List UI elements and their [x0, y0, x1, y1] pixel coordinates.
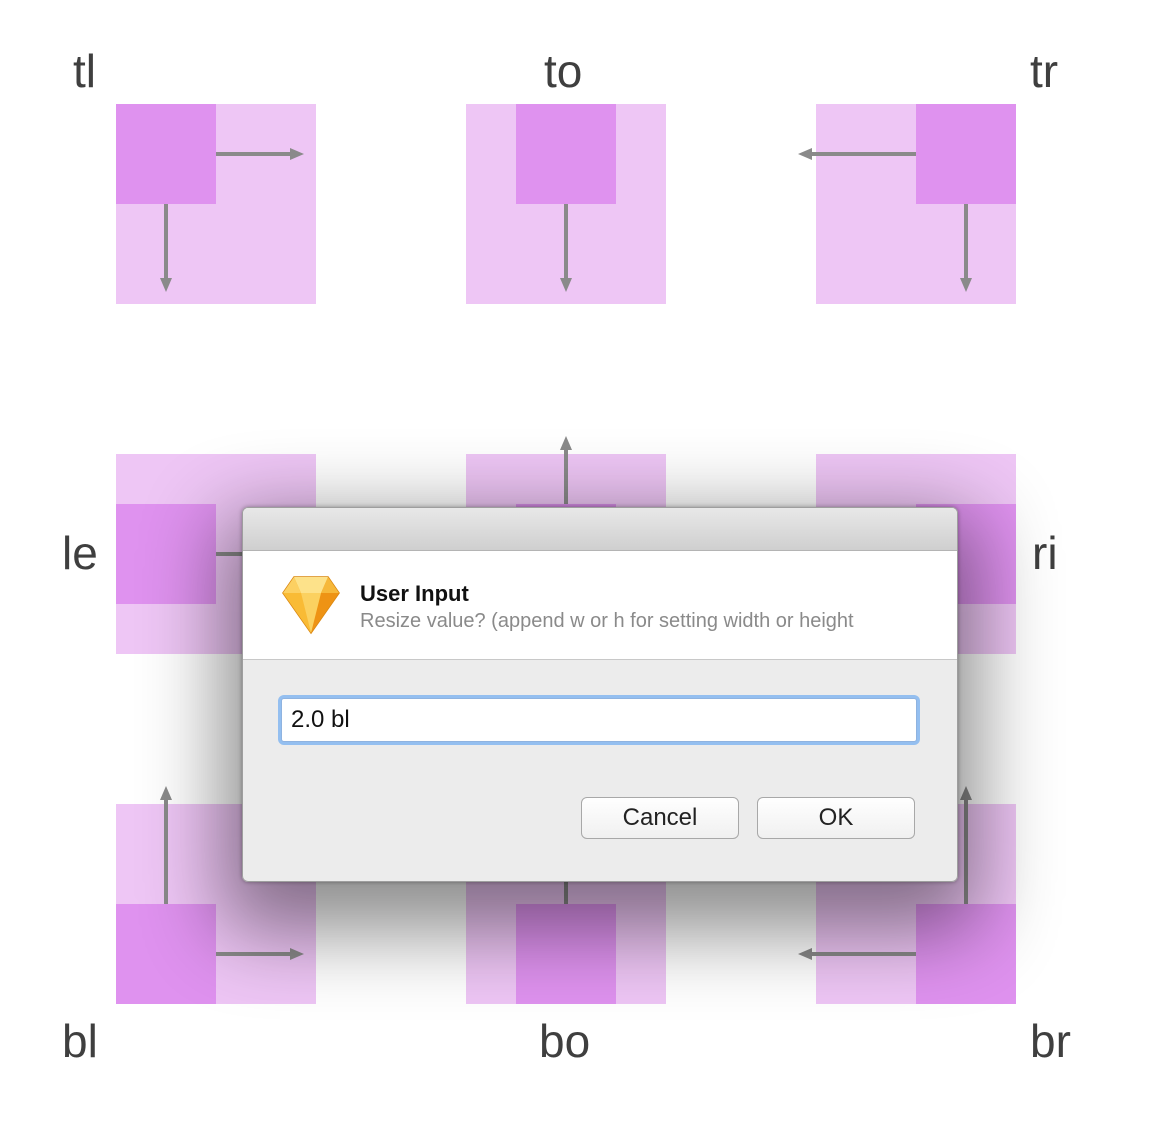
anchor-label-bo: bo — [539, 1015, 591, 1067]
anchor-diagram-tl — [116, 104, 316, 304]
anchor-label-tl: tl — [73, 45, 96, 97]
dialog-header: User Input Resize value? (append w or h … — [243, 551, 957, 660]
anchor-label-le: le — [62, 527, 98, 579]
resize-value-input[interactable] — [281, 698, 917, 742]
dialog-title: User Input — [360, 581, 469, 606]
user-input-dialog: User Input Resize value? (append w or h … — [242, 507, 958, 882]
sketch-diamond-icon — [281, 573, 341, 642]
anchor-label-bl: bl — [62, 1015, 98, 1067]
cancel-button[interactable]: Cancel — [581, 797, 739, 839]
anchor-diagram-tr — [798, 104, 1016, 304]
anchor-label-br: br — [1030, 1015, 1071, 1067]
ok-button[interactable]: OK — [757, 797, 915, 839]
anchor-diagram-to — [466, 104, 666, 304]
dialog-message: Resize value? (append w or h for setting… — [360, 610, 854, 632]
dialog-titlebar[interactable] — [243, 508, 957, 551]
